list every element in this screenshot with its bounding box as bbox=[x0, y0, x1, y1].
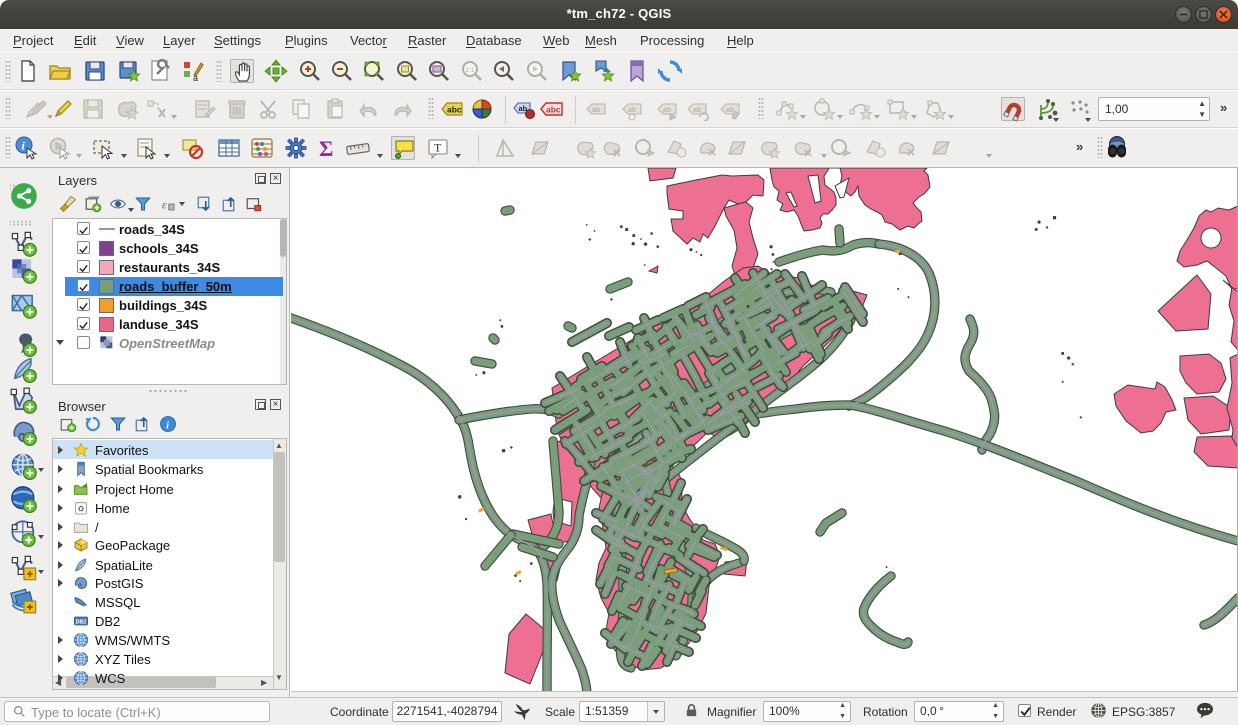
svg-text:i: i bbox=[166, 421, 169, 432]
svg-text:ab: ab bbox=[628, 107, 636, 114]
svg-text:ab: ab bbox=[592, 107, 600, 114]
svg-text:abc: abc bbox=[447, 105, 462, 115]
svg-text:DB2: DB2 bbox=[76, 619, 87, 625]
svg-text:ab: ab bbox=[726, 107, 734, 114]
svg-text:ε: ε bbox=[162, 198, 167, 212]
svg-text:a: a bbox=[193, 73, 198, 83]
svg-text:1:1: 1:1 bbox=[466, 68, 475, 74]
svg-text:abc: abc bbox=[546, 105, 561, 115]
svg-text:ab: ab bbox=[693, 107, 701, 114]
svg-text:T: T bbox=[434, 141, 442, 155]
svg-text:ab: ab bbox=[663, 107, 671, 114]
svg-text:Σ: Σ bbox=[319, 136, 333, 160]
